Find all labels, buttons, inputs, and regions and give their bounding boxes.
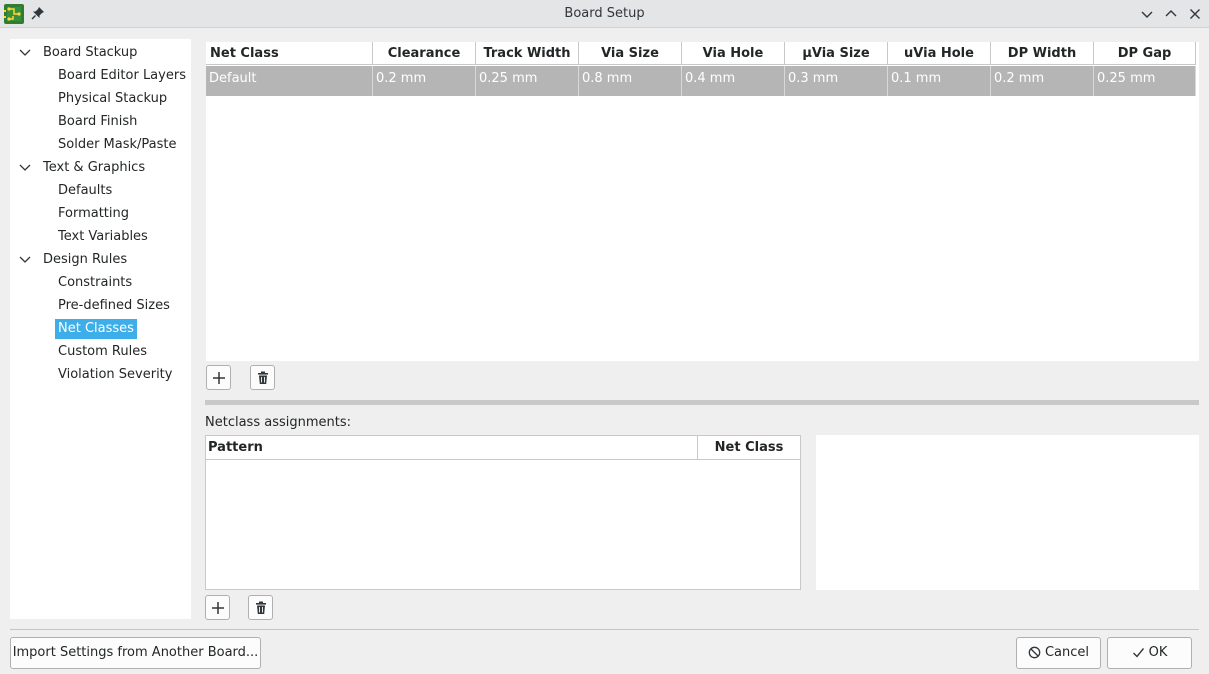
table-cell[interactable]: 0.1 mm bbox=[888, 66, 991, 96]
maximize-button[interactable] bbox=[1163, 6, 1179, 22]
settings-tree: Board Stackup Board Editor Layers Physic… bbox=[10, 39, 191, 619]
column-header[interactable]: DP Width bbox=[991, 42, 1094, 65]
plus-icon bbox=[213, 372, 225, 384]
trash-icon bbox=[258, 371, 268, 384]
pattern-column-header[interactable]: Pattern bbox=[206, 436, 698, 460]
tree-item-board-editor-layers[interactable]: Board Editor Layers bbox=[58, 66, 186, 86]
plus-icon bbox=[212, 602, 224, 614]
table-cell[interactable]: 0.25 mm bbox=[476, 66, 579, 96]
tree-item-formatting[interactable]: Formatting bbox=[58, 204, 129, 224]
chevron-down-icon[interactable] bbox=[19, 163, 31, 173]
table-cell[interactable]: 0.25 mm bbox=[1094, 66, 1196, 96]
pattern-assignment-table[interactable]: Pattern Net Class bbox=[205, 435, 801, 590]
netclass-grid[interactable]: Net Class Clearance Track Width Via Size… bbox=[206, 42, 1199, 361]
tree-item-violation-severity[interactable]: Violation Severity bbox=[58, 365, 172, 385]
ok-button[interactable]: OK bbox=[1107, 637, 1192, 669]
tree-item-defaults[interactable]: Defaults bbox=[58, 181, 112, 201]
cancel-label: Cancel bbox=[1044, 645, 1090, 660]
bottom-separator bbox=[10, 629, 1199, 630]
table-cell[interactable]: 0.4 mm bbox=[682, 66, 785, 96]
table-cell[interactable]: 0.3 mm bbox=[785, 66, 888, 96]
delete-netclass-button[interactable] bbox=[250, 365, 275, 390]
tree-item-predefined-sizes[interactable]: Pre-defined Sizes bbox=[58, 296, 170, 316]
add-assignment-button[interactable] bbox=[205, 595, 230, 620]
tree-item-board-stackup[interactable]: Board Stackup bbox=[10, 43, 137, 63]
column-header[interactable]: uVia Hole bbox=[888, 42, 991, 65]
tree-item-text-variables[interactable]: Text Variables bbox=[58, 227, 148, 247]
chevron-down-icon[interactable] bbox=[19, 48, 31, 58]
window-title: Board Setup bbox=[564, 6, 645, 21]
table-cell[interactable]: 0.8 mm bbox=[579, 66, 682, 96]
table-cell[interactable]: Default bbox=[206, 66, 373, 96]
cancel-button[interactable]: Cancel bbox=[1016, 637, 1101, 669]
delete-assignment-button[interactable] bbox=[248, 595, 273, 620]
tree-item-physical-stackup[interactable]: Physical Stackup bbox=[58, 89, 167, 109]
tree-item-label: Text & Graphics bbox=[43, 160, 146, 175]
title-bar: Board Setup bbox=[0, 0, 1209, 28]
tree-item-board-finish[interactable]: Board Finish bbox=[58, 112, 137, 132]
tree-item-custom-rules[interactable]: Custom Rules bbox=[58, 342, 147, 362]
tree-item-constraints[interactable]: Constraints bbox=[58, 273, 132, 293]
netclass-column-header[interactable]: Net Class bbox=[698, 436, 800, 460]
column-header[interactable]: Via Hole bbox=[682, 42, 785, 65]
trash-icon bbox=[256, 601, 266, 614]
ok-label: OK bbox=[1148, 645, 1168, 660]
table-cell[interactable]: 0.2 mm bbox=[991, 66, 1094, 96]
netclass-assignments-label: Netclass assignments: bbox=[205, 415, 351, 430]
splitter-handle[interactable] bbox=[205, 400, 1199, 405]
checkmark-icon bbox=[1132, 648, 1144, 658]
column-header[interactable]: µVia Size bbox=[785, 42, 888, 65]
column-header[interactable]: Net Class bbox=[206, 42, 373, 65]
column-header[interactable]: Clearance bbox=[373, 42, 476, 65]
column-header[interactable]: Via Size bbox=[579, 42, 682, 65]
import-settings-button[interactable]: Import Settings from Another Board... bbox=[10, 637, 261, 669]
tree-item-net-classes[interactable]: Net Classes bbox=[55, 319, 137, 339]
tree-item-text-graphics[interactable]: Text & Graphics bbox=[10, 158, 145, 178]
tree-item-design-rules[interactable]: Design Rules bbox=[10, 250, 127, 270]
close-button[interactable] bbox=[1187, 6, 1203, 22]
column-header[interactable]: DP Gap bbox=[1094, 42, 1196, 65]
column-header[interactable]: Track Width bbox=[476, 42, 579, 65]
tree-item-label: Board Stackup bbox=[43, 45, 138, 60]
add-netclass-button[interactable] bbox=[206, 365, 231, 390]
minimize-button[interactable] bbox=[1139, 6, 1155, 22]
assignment-preview-panel bbox=[816, 435, 1199, 590]
chevron-down-icon[interactable] bbox=[19, 255, 31, 265]
tree-item-label: Design Rules bbox=[43, 252, 128, 267]
tree-item-solder-mask-paste[interactable]: Solder Mask/Paste bbox=[58, 135, 177, 155]
cancel-icon bbox=[1028, 646, 1041, 659]
table-row[interactable]: Default 0.2 mm 0.25 mm 0.8 mm 0.4 mm 0.3… bbox=[206, 66, 1196, 96]
table-cell[interactable]: 0.2 mm bbox=[373, 66, 476, 96]
grid-header: Net Class Clearance Track Width Via Size… bbox=[206, 42, 1196, 65]
